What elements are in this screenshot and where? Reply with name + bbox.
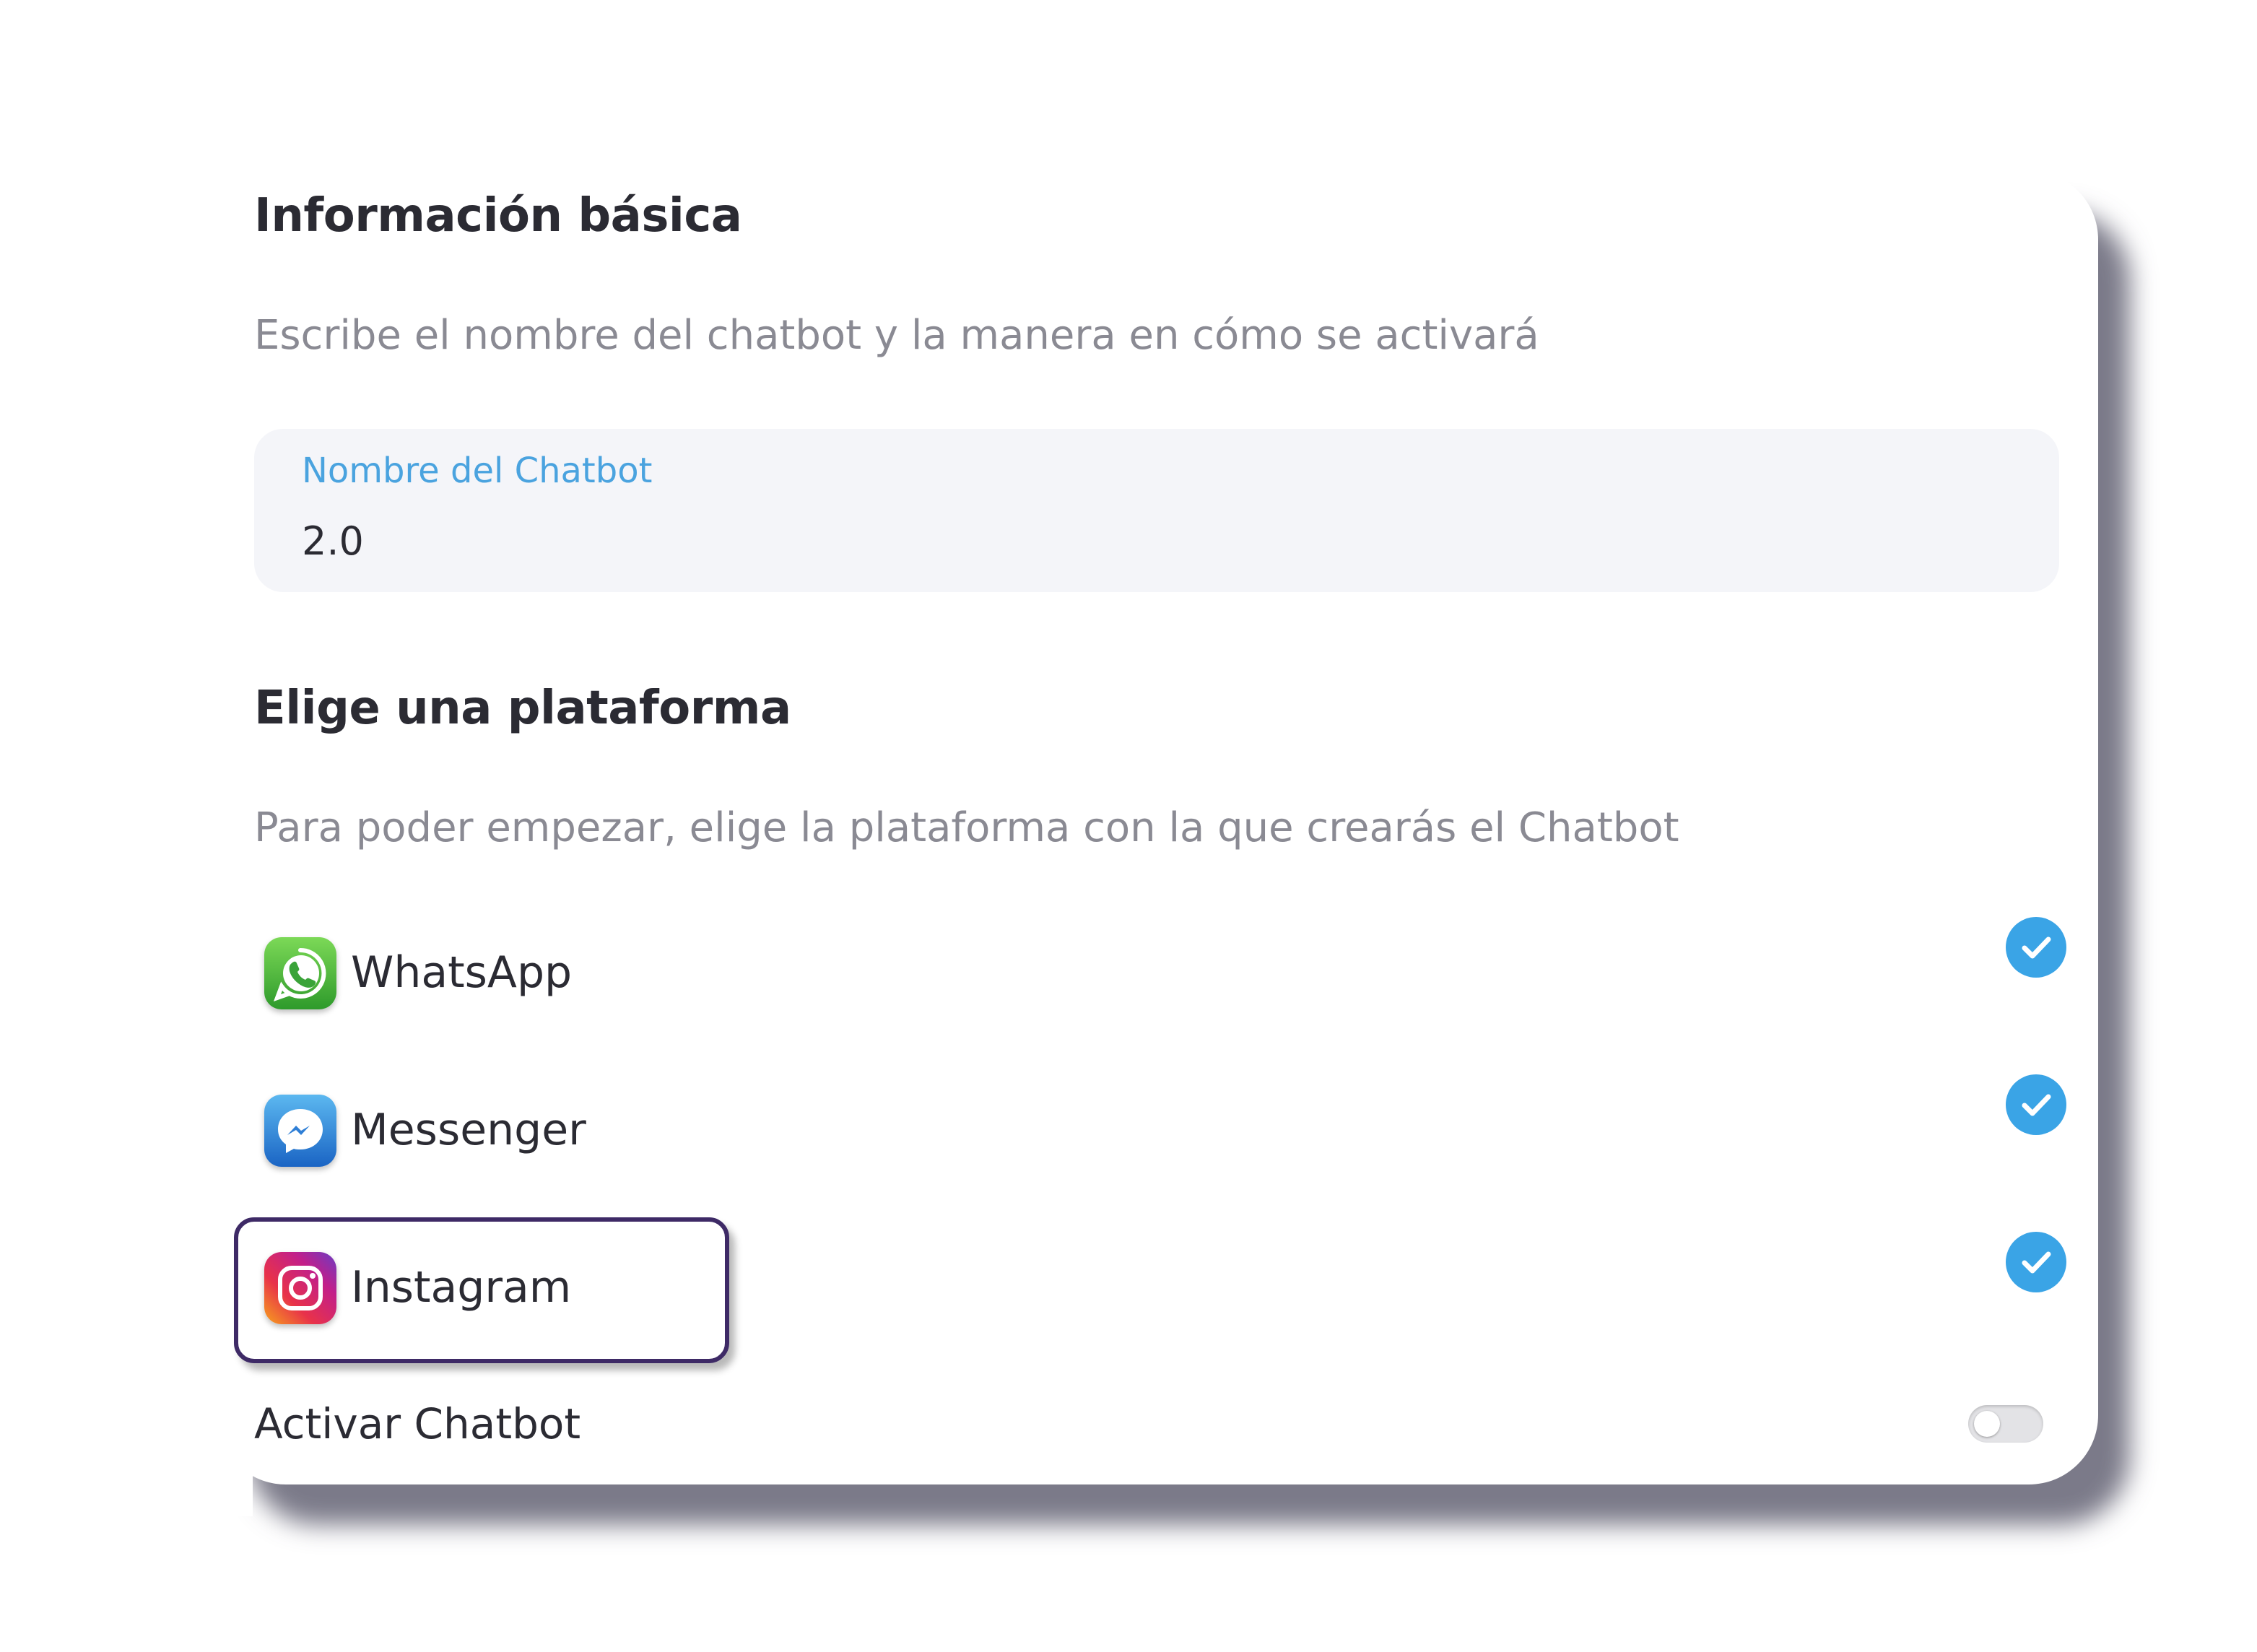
whatsapp-check-icon[interactable] (2006, 917, 2066, 978)
chatbot-name-label: Nombre del Chatbot (302, 451, 653, 491)
platform-option-messenger[interactable]: Messenger (254, 1074, 2066, 1181)
toggle-knob (1974, 1411, 2000, 1437)
whatsapp-icon (264, 937, 336, 1009)
chatbot-name-value[interactable]: 2.0 (302, 518, 364, 564)
activate-chatbot-toggle[interactable] (1968, 1405, 2043, 1443)
messenger-check-icon[interactable] (2006, 1074, 2066, 1135)
instagram-highlight-box (234, 1217, 729, 1363)
platform-subtitle: Para poder empezar, elige la plataforma … (254, 804, 1679, 851)
chatbot-name-field[interactable]: Nombre del Chatbot 2.0 (254, 429, 2059, 592)
instagram-check-icon[interactable] (2006, 1232, 2066, 1292)
activate-chatbot-label: Activar Chatbot (254, 1399, 581, 1448)
basic-info-subtitle: Escribe el nombre del chatbot y la maner… (254, 312, 1539, 359)
whatsapp-label: WhatsApp (351, 947, 573, 998)
messenger-icon (264, 1095, 336, 1167)
platform-option-whatsapp[interactable]: WhatsApp (254, 917, 2066, 1024)
messenger-label: Messenger (351, 1105, 586, 1155)
platform-title: Elige una plataforma (254, 682, 791, 735)
basic-info-title: Información básica (254, 189, 742, 243)
page: Información básica Escribe el nombre del… (0, 0, 2257, 1652)
